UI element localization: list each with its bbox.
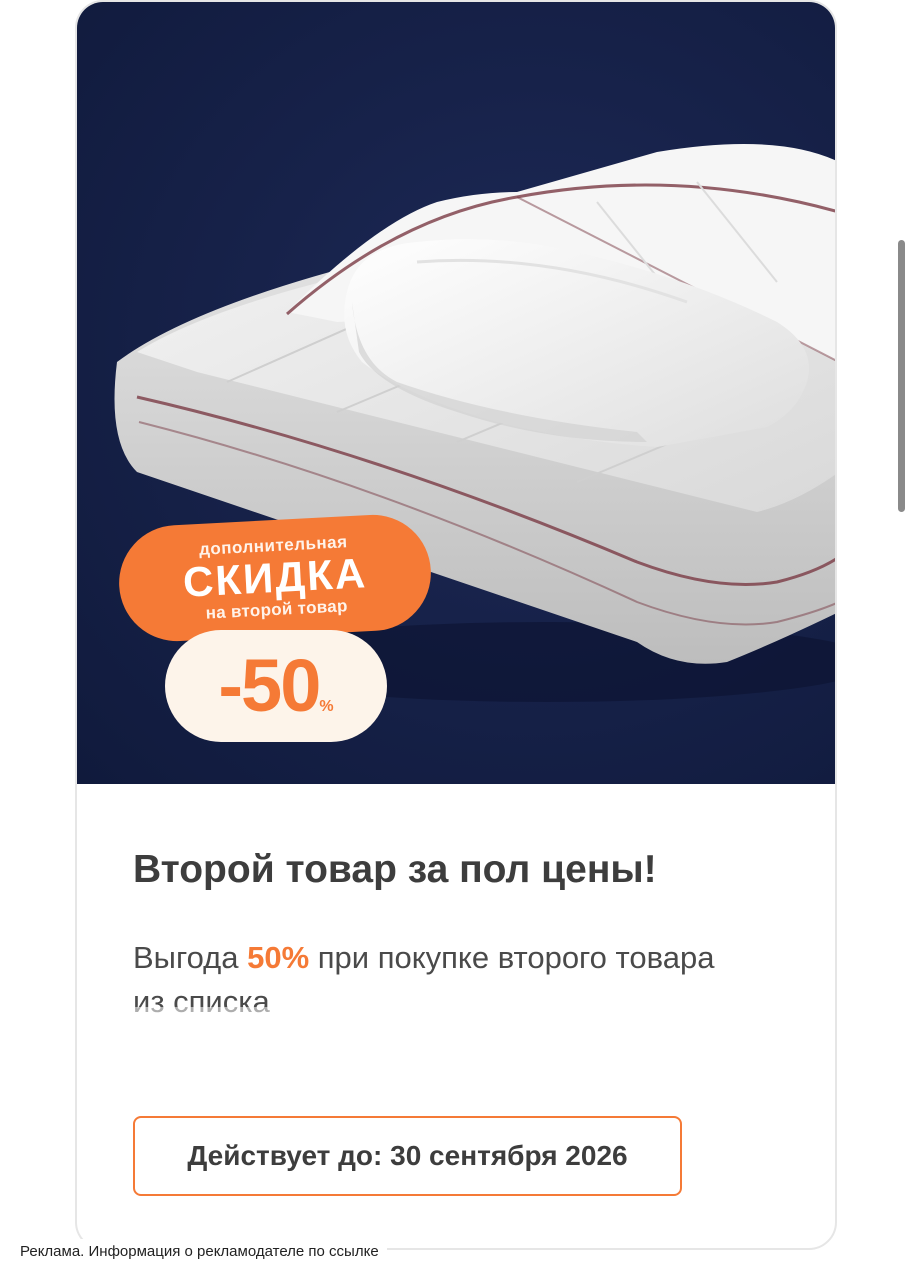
page: дополнительная СКИДКА на второй товар -5… xyxy=(0,0,912,1280)
offer-title: Второй товар за пол цены! xyxy=(133,848,657,891)
discount-percent-sign: % xyxy=(319,698,334,715)
validity-button[interactable]: Действует до: 30 сентября 2026 xyxy=(133,1116,682,1196)
promo-card[interactable]: дополнительная СКИДКА на второй товар -5… xyxy=(75,0,837,1250)
offer-subtitle-accent: 50% xyxy=(247,940,310,975)
scrollbar-thumb[interactable] xyxy=(898,240,905,512)
ad-disclaimer-link[interactable]: Реклама. Информация о рекламодателе по с… xyxy=(12,1239,387,1264)
offer-subtitle-prefix: Выгода xyxy=(133,940,248,975)
extra-discount-badge: дополнительная СКИДКА на второй товар xyxy=(116,511,434,645)
discount-badge: -50% xyxy=(165,630,387,742)
hero-banner[interactable]: дополнительная СКИДКА на второй товар -5… xyxy=(77,2,835,784)
subtitle-clip-mask xyxy=(77,1007,835,1029)
discount-value: -50 xyxy=(218,644,321,727)
